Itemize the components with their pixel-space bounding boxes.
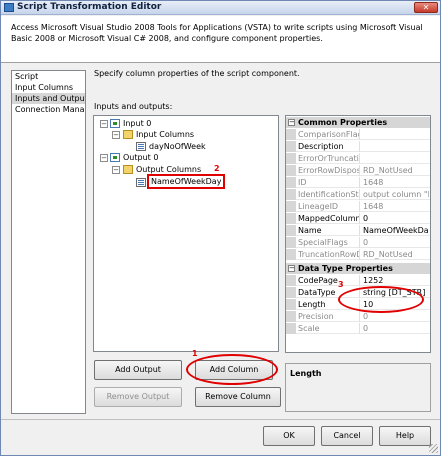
category-data-type-properties[interactable]: − Data Type Properties — [286, 263, 430, 274]
app-icon — [4, 3, 14, 12]
prop-errorrowdisposition[interactable]: ErrorRowDispositionRD_NotUsed — [286, 165, 430, 176]
collapse-category-icon[interactable]: − — [288, 265, 295, 272]
add-output-button[interactable]: Add Output — [94, 360, 182, 380]
folder-icon — [123, 165, 133, 174]
resize-grip-icon[interactable] — [429, 444, 438, 453]
property-grid: − Common Properties ComparisonFlags Desc… — [285, 115, 431, 353]
collapse-output-columns-icon[interactable]: − — [112, 166, 120, 174]
nav-item-script[interactable]: Script — [12, 71, 85, 82]
cancel-button[interactable]: Cancel — [321, 426, 373, 446]
prop-codepage[interactable]: CodePage 1252 — [286, 275, 430, 286]
tree-item-nameofweekday[interactable]: NameOfWeekDay — [147, 174, 226, 189]
prop-description[interactable]: Description — [286, 141, 430, 152]
prop-name[interactable]: Name NameOfWeekDay — [286, 225, 430, 236]
column-icon — [136, 142, 146, 151]
window-title: Script Transformation Editor — [17, 2, 162, 12]
input-icon — [110, 119, 120, 128]
script-transformation-editor-window: Script Transformation Editor ✕ Access Mi… — [0, 0, 441, 456]
prop-datatype[interactable]: DataType string [DT_STR] — [286, 287, 430, 298]
prop-id[interactable]: ID 1648 — [286, 177, 430, 188]
nav-list: Script Input Columns Inputs and Outputs … — [11, 70, 86, 414]
close-button[interactable]: ✕ — [414, 2, 438, 13]
annotation-2: 2 — [214, 164, 220, 173]
tree-item-input-0[interactable]: Input 0 — [123, 118, 151, 129]
add-column-button[interactable]: Add Column — [195, 360, 273, 380]
prop-precision[interactable]: Precision 0 — [286, 311, 430, 322]
inputs-outputs-tree: − Input 0 − Input Columns dayNoOfWeek − … — [93, 115, 279, 352]
prop-scale[interactable]: Scale 0 — [286, 323, 430, 334]
prop-mappedcolumnid[interactable]: MappedColumnID0 — [286, 213, 430, 224]
prop-errorortruncation[interactable]: ErrorOrTruncation — [286, 153, 430, 164]
tree-item-output-0[interactable]: Output 0 — [123, 152, 158, 163]
remove-output-button[interactable]: Remove Output — [94, 387, 182, 407]
collapse-input-columns-icon[interactable]: − — [112, 131, 120, 139]
prop-specialflags[interactable]: SpecialFlags 0 — [286, 237, 430, 248]
nav-item-connection-managers[interactable]: Connection Managers — [12, 104, 85, 115]
ok-button[interactable]: OK — [263, 426, 315, 446]
prop-lineageid[interactable]: LineageID 1648 — [286, 201, 430, 212]
title-bar[interactable]: Script Transformation Editor ✕ — [1, 1, 440, 15]
collapse-output-icon[interactable]: − — [100, 154, 108, 162]
property-description-panel: Length — [285, 363, 431, 412]
output-icon — [110, 153, 120, 162]
footer-separator — [1, 419, 440, 420]
nav-item-input-columns[interactable]: Input Columns — [12, 82, 85, 93]
header-panel: Access Microsoft Visual Studio 2008 Tool… — [1, 16, 440, 63]
annotation-3: 3 — [338, 280, 344, 289]
help-button[interactable]: Help — [379, 426, 431, 446]
inputs-outputs-label: Inputs and outputs: — [94, 102, 173, 111]
nav-item-inputs-and-outputs[interactable]: Inputs and Outputs — [12, 93, 85, 104]
page-description: Specify column properties of the script … — [94, 69, 300, 78]
header-description: Access Microsoft Visual Studio 2008 Tool… — [11, 23, 423, 43]
collapse-input-icon[interactable]: − — [100, 120, 108, 128]
tree-item-input-columns[interactable]: Input Columns — [136, 129, 194, 140]
property-description-title: Length — [290, 369, 322, 378]
folder-icon — [123, 130, 133, 139]
prop-comparisonflags[interactable]: ComparisonFlags — [286, 129, 430, 140]
annotation-1: 1 — [192, 349, 198, 358]
collapse-category-icon[interactable]: − — [288, 119, 295, 126]
column-icon — [136, 178, 146, 187]
remove-column-button[interactable]: Remove Column — [195, 387, 281, 407]
category-common-properties[interactable]: − Common Properties — [286, 117, 430, 128]
prop-length[interactable]: Length 10 — [286, 299, 430, 310]
tree-item-daynoofweek[interactable]: dayNoOfWeek — [149, 141, 206, 152]
prop-truncationrowdisposition[interactable]: TruncationRowDispositionRD_NotUsed — [286, 249, 430, 260]
prop-identificationstring[interactable]: IdentificationStringoutput column "NameO… — [286, 189, 430, 200]
